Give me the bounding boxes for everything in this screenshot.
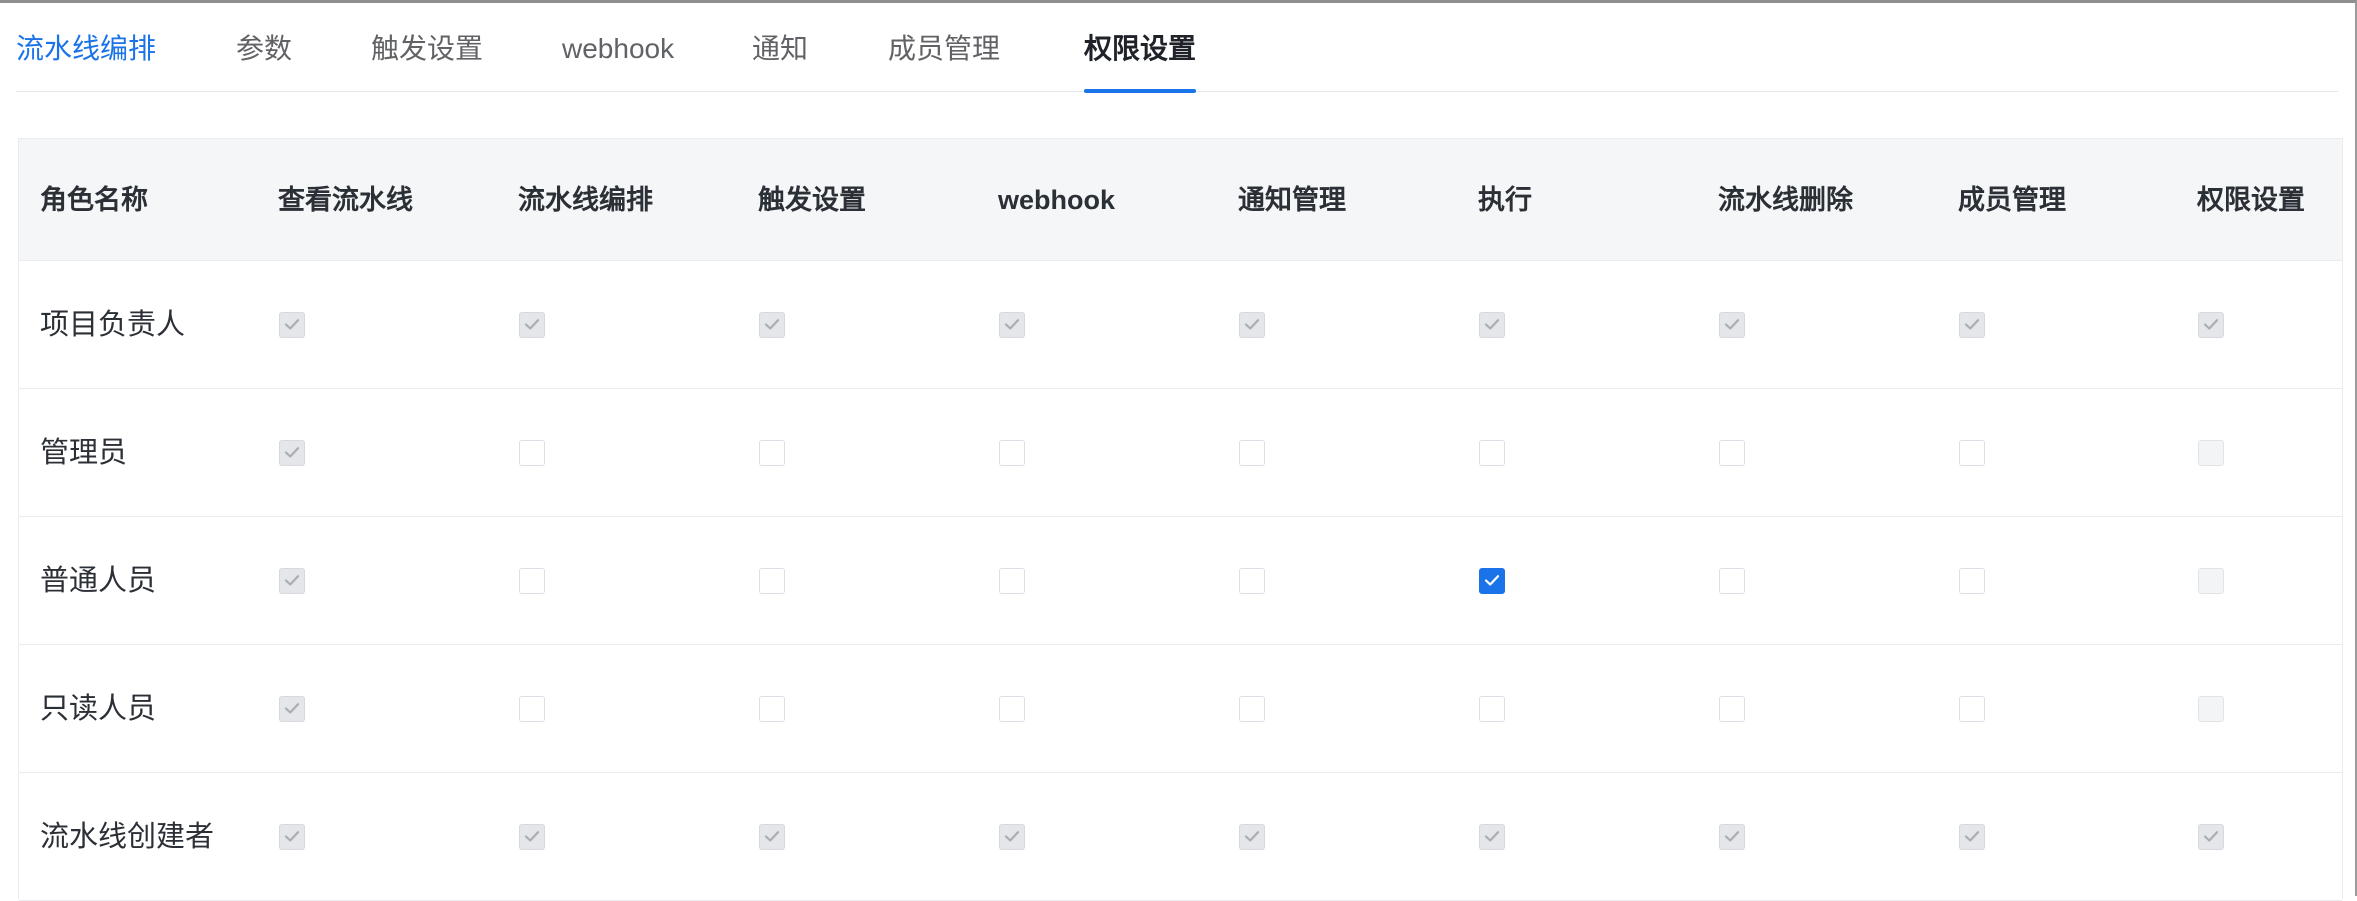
permission-checkbox — [279, 695, 305, 722]
tab-member-management[interactable]: 成员管理 — [888, 6, 1000, 92]
column-header: 通知管理 — [1238, 185, 1346, 215]
role-name: 项目负责人 — [40, 309, 186, 341]
role-name: 流水线创建者 — [40, 821, 215, 853]
permission-checkbox — [1719, 823, 1745, 850]
permission-checkbox[interactable] — [1719, 695, 1745, 722]
permission-checkbox[interactable] — [999, 695, 1025, 722]
permission-checkbox — [999, 311, 1025, 338]
permission-checkbox — [2198, 311, 2224, 338]
permission-checkbox — [279, 567, 305, 594]
permission-checkbox[interactable] — [1479, 567, 1505, 594]
permission-checkbox[interactable] — [1959, 567, 1985, 594]
permission-checkbox — [1479, 823, 1505, 850]
table-row: 只读人员 — [19, 645, 2342, 773]
column-header: 流水线删除 — [1718, 185, 1853, 215]
permission-checkbox[interactable] — [1719, 567, 1745, 594]
permission-checkbox — [1239, 823, 1265, 850]
table-header: 角色名称 查看流水线 流水线编排 触发设置 webhook 通知管理 执行 流水线删除 成员管理… — [19, 139, 2342, 261]
tab-parameters[interactable]: 参数 — [236, 6, 292, 92]
column-header: 查看流水线 — [278, 185, 413, 215]
permission-checkbox[interactable] — [1239, 439, 1265, 466]
permission-checkbox[interactable] — [759, 439, 785, 466]
permission-checkbox — [759, 311, 785, 338]
column-header: 流水线编排 — [518, 185, 653, 215]
role-name: 只读人员 — [40, 693, 157, 725]
permission-checkbox[interactable] — [519, 567, 545, 594]
permission-checkbox — [1719, 311, 1745, 338]
permission-checkbox[interactable] — [759, 567, 785, 594]
permission-checkbox[interactable] — [1959, 439, 1985, 466]
permission-checkbox[interactable] — [519, 439, 545, 466]
pipeline-tabs: 流水线编排 参数 触发设置 webhook 通知 成员管理 权限设置 — [16, 6, 2338, 93]
column-header: 执行 — [1478, 185, 1532, 215]
permission-checkbox — [1959, 311, 1985, 338]
permission-checkbox[interactable] — [1479, 439, 1505, 466]
permission-checkbox — [1479, 311, 1505, 338]
permission-checkbox — [759, 823, 785, 850]
permission-checkbox — [999, 823, 1025, 850]
permission-checkbox — [279, 823, 305, 850]
permission-checkbox[interactable] — [759, 695, 785, 722]
tab-trigger-settings[interactable]: 触发设置 — [371, 6, 483, 92]
tab-webhook[interactable]: webhook — [562, 6, 674, 92]
permission-checkbox — [1239, 311, 1265, 338]
permission-checkbox — [1959, 823, 1985, 850]
role-name: 管理员 — [40, 437, 128, 469]
permission-checkbox[interactable] — [1239, 695, 1265, 722]
permission-checkbox[interactable] — [519, 695, 545, 722]
permission-checkbox[interactable] — [1719, 439, 1745, 466]
permission-checkbox — [279, 311, 305, 338]
table-row: 流水线创建者 — [19, 773, 2342, 901]
permission-checkbox[interactable] — [999, 567, 1025, 594]
permission-checkbox — [2198, 695, 2224, 722]
permission-checkbox — [2198, 567, 2224, 594]
permission-checkbox — [2198, 439, 2224, 466]
permission-settings-panel: 流水线编排 参数 触发设置 webhook 通知 成员管理 权限设置 角色名称 查看流水线 流水… — [0, 0, 2357, 901]
table-row: 项目负责人 — [19, 261, 2342, 389]
column-header: 权限设置 — [2197, 185, 2305, 215]
role-name: 普通人员 — [40, 565, 157, 597]
permission-checkbox[interactable] — [999, 439, 1025, 466]
permission-checkbox — [2198, 823, 2224, 850]
column-header: 成员管理 — [1958, 185, 2066, 215]
tab-notifications[interactable]: 通知 — [752, 6, 808, 92]
permission-checkbox[interactable] — [1479, 695, 1505, 722]
tab-pipeline-orchestration[interactable]: 流水线编排 — [16, 6, 156, 92]
permission-table: 角色名称 查看流水线 流水线编排 触发设置 webhook 通知管理 执行 流水线删除 成员管理… — [18, 138, 2343, 901]
column-header: webhook — [998, 185, 1116, 215]
table-row: 普通人员 — [19, 517, 2342, 645]
permission-checkbox — [519, 311, 545, 338]
table-row: 管理员 — [19, 389, 2342, 517]
permission-checkbox — [519, 823, 545, 850]
tab-permission-settings[interactable]: 权限设置 — [1084, 6, 1197, 93]
column-header: 触发设置 — [758, 185, 866, 215]
column-header: 角色名称 — [40, 185, 148, 215]
permission-checkbox[interactable] — [1239, 567, 1265, 594]
permission-checkbox — [279, 439, 305, 466]
permission-checkbox[interactable] — [1959, 695, 1985, 722]
